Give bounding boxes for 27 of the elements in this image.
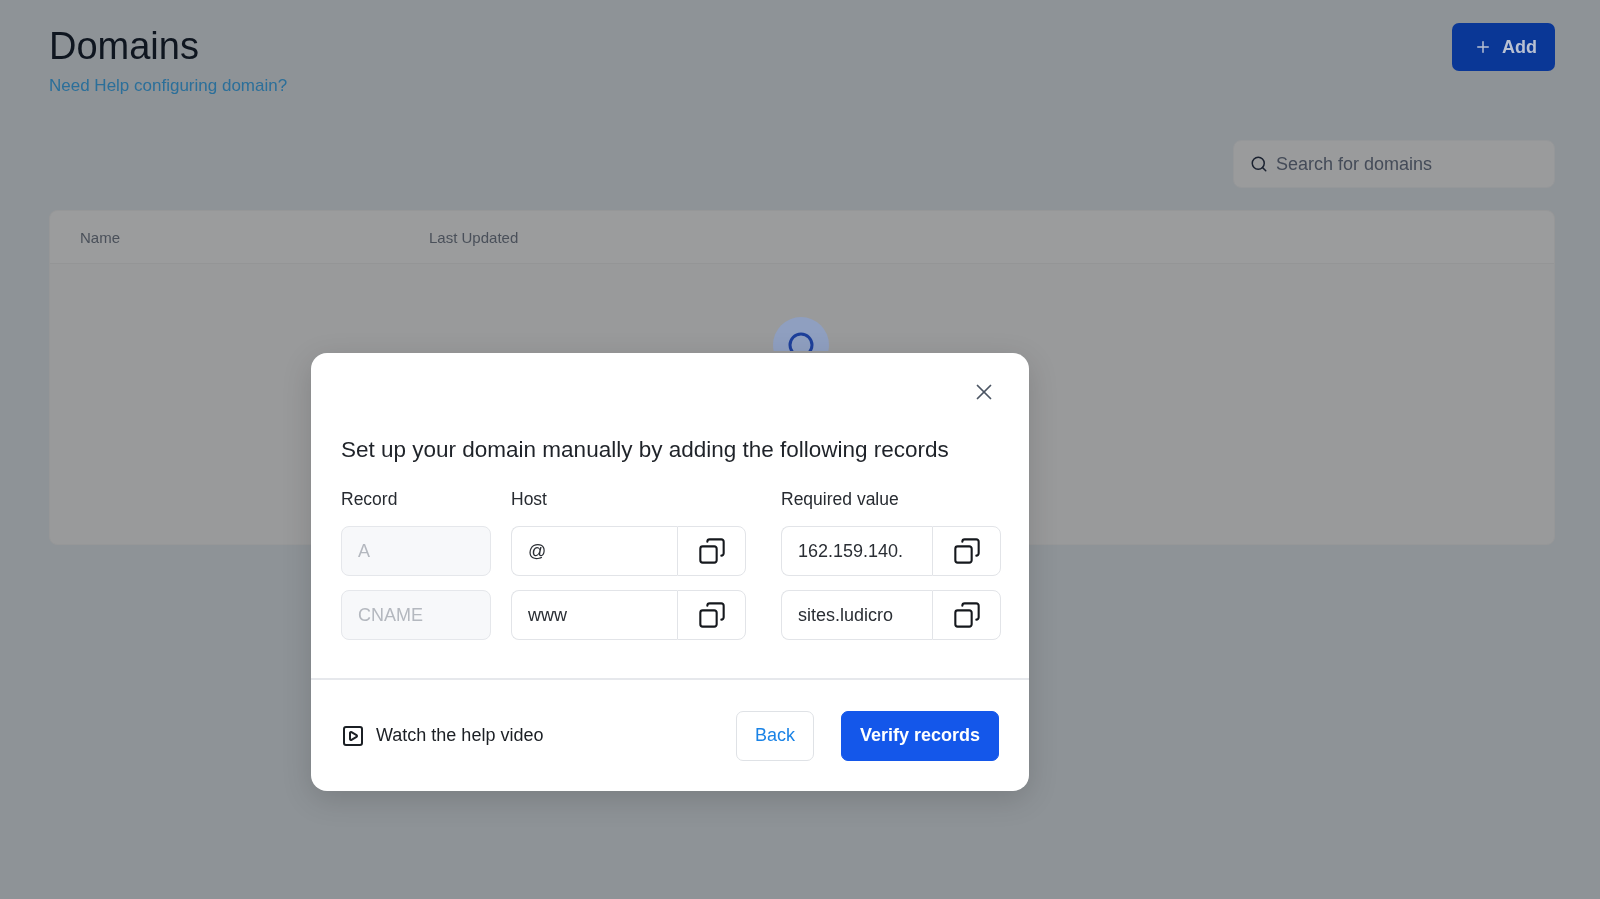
host-field[interactable]: @ — [511, 526, 677, 576]
column-label: Required value — [781, 489, 900, 510]
column-header: Name — [80, 228, 121, 246]
add-button[interactable]: Add — [1452, 23, 1555, 71]
copy-button[interactable] — [932, 590, 1001, 640]
value-field[interactable]: sites.ludicro — [781, 590, 932, 640]
plus-icon — [1474, 38, 1492, 56]
column-label: Record — [341, 489, 399, 510]
dialog-heading: Set up your domain manually by adding the following records — [341, 436, 950, 464]
verify-button[interactable]: Verify records — [840, 710, 999, 761]
play-icon — [341, 723, 365, 748]
copy-icon — [697, 601, 726, 629]
copy-button[interactable] — [932, 526, 1001, 576]
help-video-link[interactable]: Watch the help video — [341, 723, 544, 748]
copy-icon — [952, 601, 981, 629]
back-button[interactable]: Back — [735, 710, 814, 761]
column-label: Host — [511, 489, 548, 510]
value-field[interactable]: 162.159.140. — [781, 526, 932, 576]
copy-button[interactable] — [677, 526, 746, 576]
copy-button[interactable] — [677, 590, 746, 640]
page-title: Domains — [49, 24, 200, 69]
copy-icon — [697, 537, 726, 565]
column-header: Last Updated — [429, 228, 520, 246]
copy-icon — [952, 537, 981, 565]
host-field[interactable]: www — [511, 590, 677, 640]
search-icon — [1250, 155, 1268, 173]
search-field[interactable]: Search for domains — [1233, 140, 1555, 188]
